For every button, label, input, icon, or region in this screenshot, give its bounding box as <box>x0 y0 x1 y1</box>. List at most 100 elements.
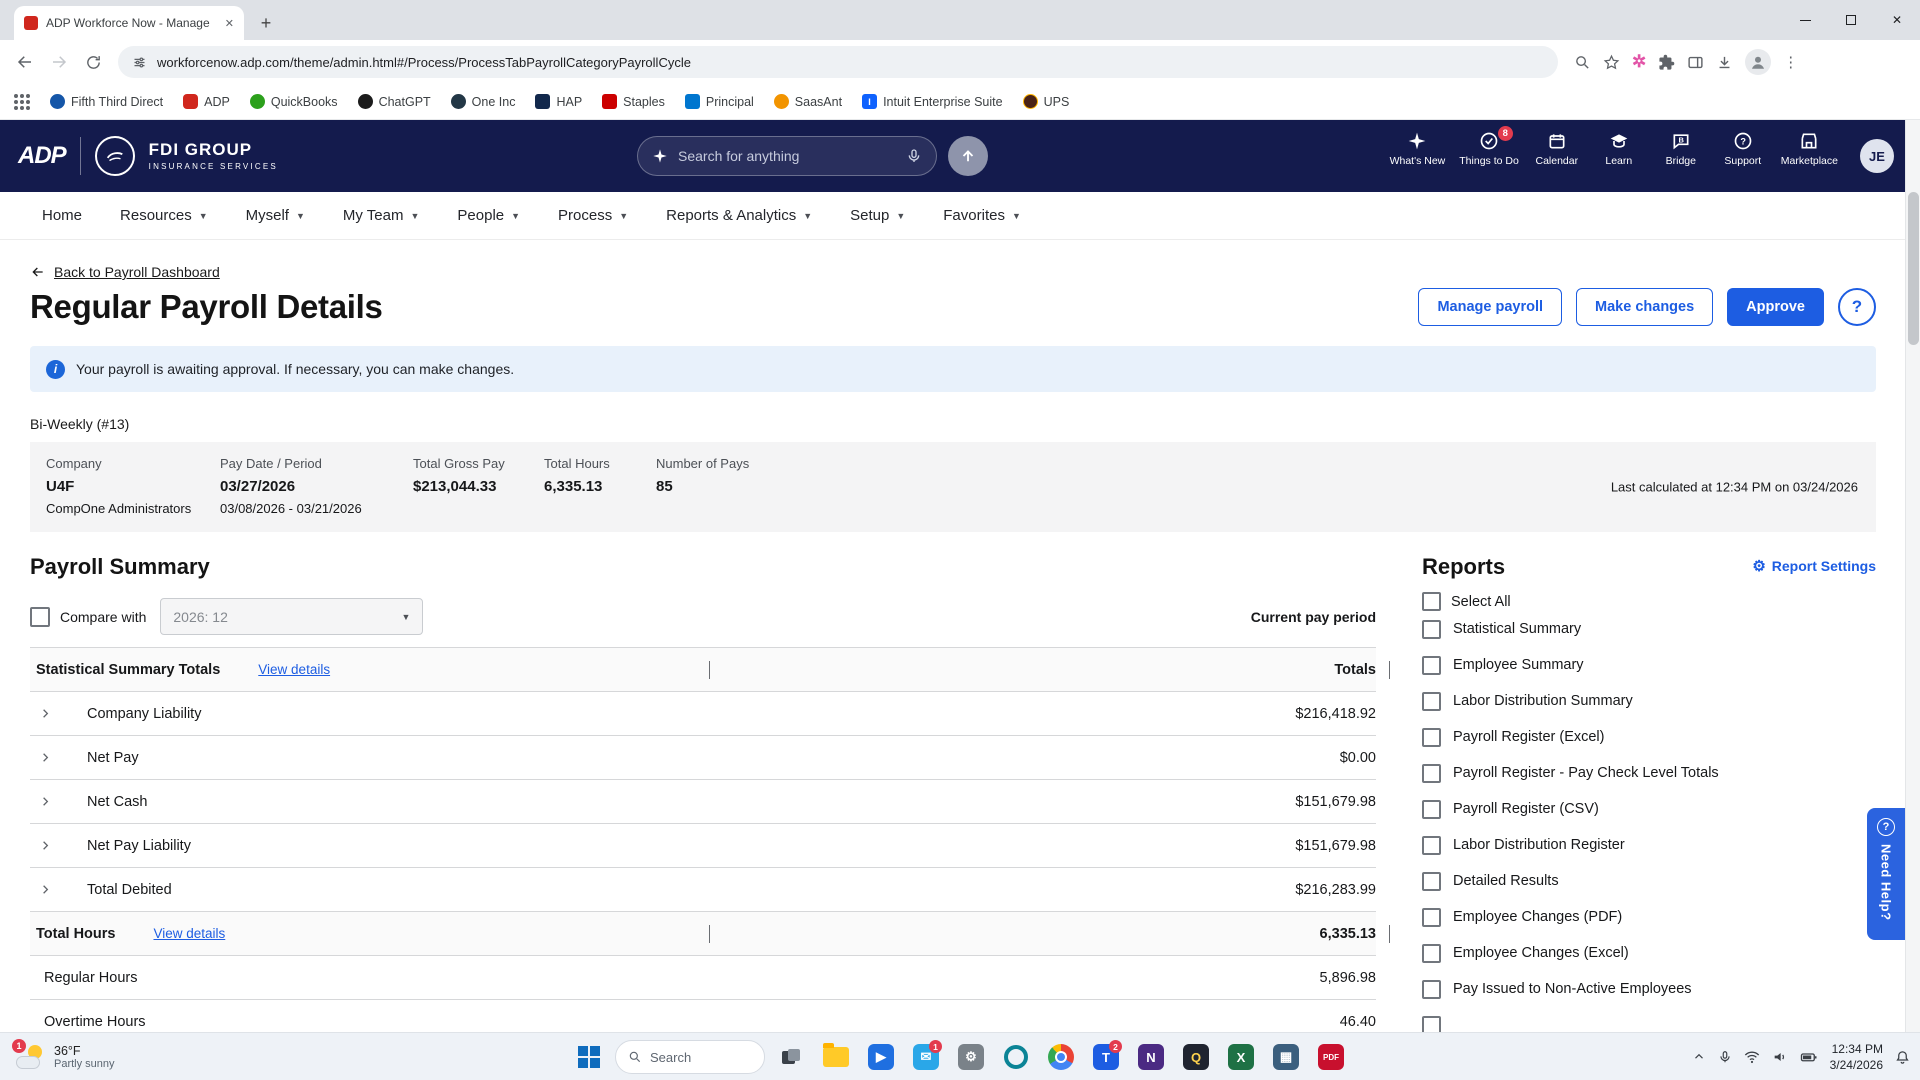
compare-period-select[interactable]: 2026: 12 ▼ <box>160 598 424 635</box>
report-checkbox[interactable] <box>1422 943 1441 963</box>
learn-button[interactable]: Learn <box>1591 131 1647 167</box>
nav-item-myself[interactable]: Myself ▼ <box>232 192 319 239</box>
nav-item-people[interactable]: People ▼ <box>443 192 534 239</box>
view-details-link[interactable]: View details <box>153 926 225 941</box>
window-minimize-button[interactable] <box>1782 0 1828 40</box>
nav-item-process[interactable]: Process ▼ <box>544 192 642 239</box>
chevron-right-icon[interactable] <box>38 706 53 721</box>
report-checkbox[interactable] <box>1422 763 1441 783</box>
nav-item-home[interactable]: Home <box>28 192 96 239</box>
task-view-icon[interactable] <box>772 1037 810 1077</box>
make-changes-button[interactable]: Make changes <box>1576 288 1714 326</box>
report-checkbox[interactable] <box>1422 655 1441 675</box>
report-checkbox[interactable] <box>1422 619 1441 639</box>
bookmark-star-icon[interactable] <box>1603 54 1620 71</box>
report-settings-link[interactable]: ⚙ Report Settings <box>1752 558 1876 574</box>
nav-item-my-team[interactable]: My Team ▼ <box>329 192 434 239</box>
need-help-tab[interactable]: ? Need Help? <box>1867 808 1905 940</box>
search-submit-button[interactable] <box>948 136 988 176</box>
tray-chevron-up-icon[interactable] <box>1692 1050 1706 1064</box>
start-button[interactable] <box>570 1037 608 1077</box>
media-player-icon[interactable]: ▶ <box>862 1037 900 1077</box>
report-checkbox[interactable] <box>1422 1015 1441 1032</box>
address-bar[interactable]: workforcenow.adp.com/theme/admin.html#/P… <box>118 46 1558 78</box>
report-checkbox[interactable] <box>1422 907 1441 927</box>
marketplace-button[interactable]: Marketplace <box>1777 131 1842 167</box>
onenote-icon[interactable]: N <box>1132 1037 1170 1077</box>
download-icon[interactable] <box>1716 54 1733 71</box>
report-checkbox[interactable] <box>1422 871 1441 891</box>
page-scrollbar[interactable] <box>1905 120 1920 1032</box>
user-avatar[interactable]: JE <box>1860 139 1894 173</box>
chevron-right-icon[interactable] <box>38 794 53 809</box>
window-maximize-button[interactable] <box>1828 0 1874 40</box>
teams-icon[interactable]: T2 <box>1087 1037 1125 1077</box>
acrobat-icon[interactable]: PDF <box>1312 1037 1350 1077</box>
bookmark-item[interactable]: Principal <box>684 94 754 109</box>
taskbar-search[interactable]: Search <box>615 1040 765 1074</box>
bookmark-item[interactable]: UPS <box>1022 94 1069 109</box>
select-all-checkbox[interactable] <box>1422 592 1441 611</box>
quickbooks-icon[interactable]: Q <box>1177 1037 1215 1077</box>
bookmark-item[interactable]: ChatGPT <box>357 94 431 109</box>
scrollbar-thumb[interactable] <box>1908 192 1919 345</box>
bookmark-item[interactable]: One Inc <box>450 94 515 109</box>
new-tab-button[interactable]: + <box>252 9 280 37</box>
bookmark-item[interactable]: SaasAnt <box>773 94 842 109</box>
view-details-link[interactable]: View details <box>258 662 330 677</box>
taskbar-clock[interactable]: 12:34 PM 3/24/2026 <box>1830 1041 1883 1073</box>
chevron-right-icon[interactable] <box>38 882 53 897</box>
settings-icon[interactable]: ⚙ <box>952 1037 990 1077</box>
chrome-icon[interactable] <box>1042 1037 1080 1077</box>
calendar-button[interactable]: Calendar <box>1529 131 1585 167</box>
calculator-icon[interactable]: ▦ <box>1267 1037 1305 1077</box>
help-button[interactable]: ? <box>1838 288 1876 326</box>
back-to-dashboard-link[interactable]: Back to Payroll Dashboard <box>54 264 220 280</box>
nav-item-favorites[interactable]: Favorites ▼ <box>929 192 1035 239</box>
browser-profile-avatar[interactable] <box>1745 49 1772 75</box>
report-checkbox[interactable] <box>1422 691 1441 711</box>
support-button[interactable]: ? Support <box>1715 131 1771 167</box>
back-icon[interactable] <box>10 47 40 77</box>
tray-volume-icon[interactable] <box>1772 1049 1788 1065</box>
report-checkbox[interactable] <box>1422 979 1441 999</box>
browser-menu-icon[interactable]: ⋮ <box>1783 53 1798 71</box>
notification-bell-icon[interactable] <box>1895 1050 1910 1065</box>
tray-mic-icon[interactable] <box>1718 1050 1732 1064</box>
manage-payroll-button[interactable]: Manage payroll <box>1418 288 1563 326</box>
global-search-input[interactable]: Search for anything <box>637 136 937 176</box>
chevron-right-icon[interactable] <box>38 750 53 765</box>
report-checkbox[interactable] <box>1422 835 1441 855</box>
forward-icon[interactable] <box>44 47 74 77</box>
browser-tab[interactable]: ADP Workforce Now - Manage ✕ <box>14 6 244 40</box>
excel-icon[interactable]: X <box>1222 1037 1260 1077</box>
extension-pink-icon[interactable]: ✲ <box>1632 52 1646 72</box>
tray-battery-icon[interactable] <box>1800 1050 1818 1064</box>
bookmark-item[interactable]: HAP <box>535 94 582 109</box>
tray-wifi-icon[interactable] <box>1744 1049 1760 1065</box>
antivirus-icon[interactable] <box>997 1037 1035 1077</box>
mail-icon[interactable]: ✉ 1 <box>907 1037 945 1077</box>
search-zoom-icon[interactable] <box>1574 54 1591 71</box>
bookmark-item[interactable]: ADP <box>183 94 230 109</box>
tab-close-icon[interactable]: ✕ <box>225 17 234 30</box>
bookmark-item[interactable]: Staples <box>602 94 665 109</box>
file-explorer-icon[interactable] <box>817 1037 855 1077</box>
bridge-button[interactable]: B Bridge <box>1653 131 1709 167</box>
apps-grid-icon[interactable] <box>14 93 30 110</box>
bookmark-item[interactable]: I Intuit Enterprise Suite <box>862 94 1003 109</box>
nav-item-setup[interactable]: Setup ▼ <box>836 192 919 239</box>
compare-with-checkbox[interactable] <box>30 606 50 627</box>
whats-new-button[interactable]: What's New <box>1386 131 1450 167</box>
bookmark-item[interactable]: QuickBooks <box>249 94 338 109</box>
side-panel-icon[interactable] <box>1687 54 1704 71</box>
extensions-puzzle-icon[interactable] <box>1658 54 1675 71</box>
chevron-right-icon[interactable] <box>38 838 53 853</box>
nav-item-resources[interactable]: Resources ▼ <box>106 192 222 239</box>
refresh-icon[interactable] <box>78 47 108 77</box>
nav-item-reports-analytics[interactable]: Reports & Analytics ▼ <box>652 192 826 239</box>
report-checkbox[interactable] <box>1422 799 1441 819</box>
approve-button[interactable]: Approve <box>1727 288 1824 326</box>
bookmark-item[interactable]: Fifth Third Direct <box>50 94 163 109</box>
window-close-button[interactable]: ✕ <box>1874 0 1920 40</box>
